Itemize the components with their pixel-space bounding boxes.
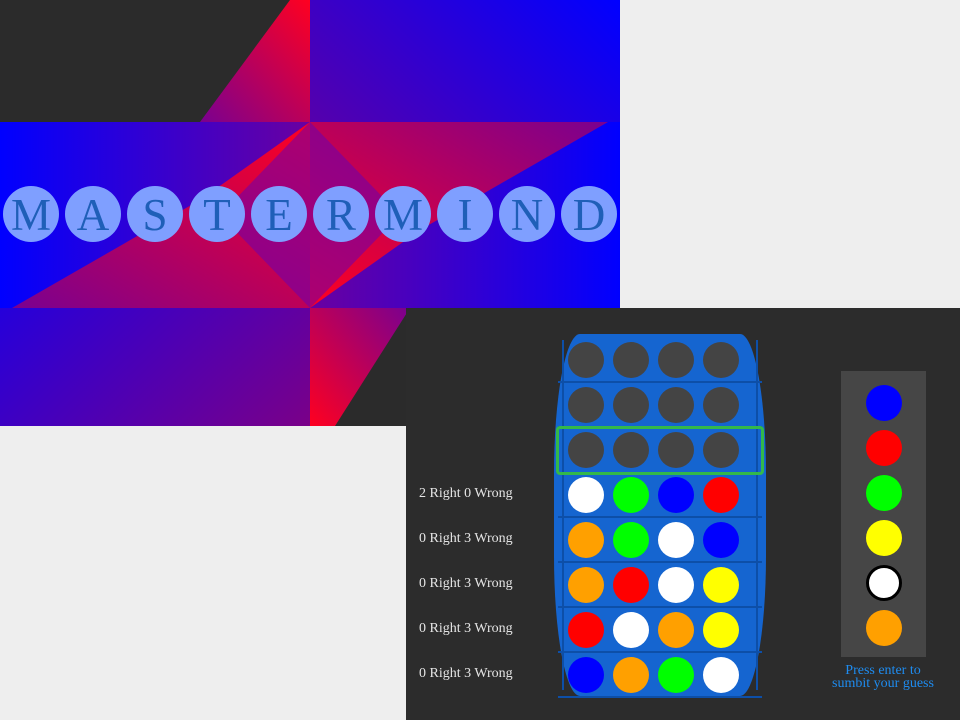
peg-slot bbox=[613, 612, 649, 648]
peg-slot bbox=[568, 387, 604, 423]
peg-slot bbox=[703, 567, 739, 603]
title-letter-m1: M bbox=[3, 186, 59, 242]
peg-slot bbox=[568, 612, 604, 648]
guess-row bbox=[558, 338, 762, 383]
peg-slot bbox=[568, 657, 604, 693]
guess-feedback: 0 Right 3 Wrong bbox=[419, 621, 513, 636]
peg-slot[interactable] bbox=[568, 432, 604, 468]
title-letter-i: I bbox=[437, 186, 493, 242]
game-panel: 2 Right 0 Wrong 0 Right 3 Wrong 0 Right 3 … bbox=[406, 308, 960, 720]
palette-red-swatch[interactable] bbox=[866, 430, 902, 466]
guess-feedback: 2 Right 0 Wrong bbox=[419, 486, 513, 501]
title-letter-m2: M bbox=[375, 186, 431, 242]
mastermind-board bbox=[554, 334, 766, 698]
peg-slot bbox=[568, 567, 604, 603]
peg-slot bbox=[568, 522, 604, 558]
peg-slot bbox=[613, 657, 649, 693]
guess-row bbox=[558, 608, 762, 653]
submit-hint: Press enter to sumbit your guess bbox=[818, 664, 948, 691]
palette-green-swatch[interactable] bbox=[866, 475, 902, 511]
peg-slot bbox=[658, 477, 694, 513]
peg-slot bbox=[613, 387, 649, 423]
guess-row[interactable] bbox=[556, 426, 764, 475]
palette-white-swatch[interactable] bbox=[866, 565, 902, 601]
peg-slot bbox=[658, 522, 694, 558]
title-letter-e: E bbox=[251, 186, 307, 242]
peg-slot bbox=[703, 612, 739, 648]
guess-row bbox=[558, 563, 762, 608]
palette-yellow-swatch[interactable] bbox=[866, 520, 902, 556]
title-letter-d: D bbox=[561, 186, 617, 242]
guess-row bbox=[558, 653, 762, 698]
title-letter-s: S bbox=[127, 186, 183, 242]
guess-feedback: 0 Right 3 Wrong bbox=[419, 576, 513, 591]
peg-slot[interactable] bbox=[613, 432, 649, 468]
peg-slot bbox=[568, 342, 604, 378]
peg-slot bbox=[658, 567, 694, 603]
peg-slot bbox=[613, 342, 649, 378]
guess-feedback: 0 Right 3 Wrong bbox=[419, 666, 513, 681]
peg-slot bbox=[658, 657, 694, 693]
peg-slot bbox=[613, 522, 649, 558]
peg-slot bbox=[703, 477, 739, 513]
title-letter-r: R bbox=[313, 186, 369, 242]
peg-slot bbox=[658, 342, 694, 378]
peg-slot bbox=[703, 387, 739, 423]
peg-slot[interactable] bbox=[658, 432, 694, 468]
peg-slot bbox=[658, 612, 694, 648]
palette-orange-swatch[interactable] bbox=[866, 610, 902, 646]
color-palette bbox=[841, 371, 926, 657]
title-letter-n: N bbox=[499, 186, 555, 242]
guess-feedback: 0 Right 3 Wrong bbox=[419, 531, 513, 546]
guess-row bbox=[558, 473, 762, 518]
palette-blue-swatch[interactable] bbox=[866, 385, 902, 421]
peg-slot bbox=[613, 477, 649, 513]
peg-slot bbox=[658, 387, 694, 423]
guess-row bbox=[558, 518, 762, 563]
peg-slot bbox=[568, 477, 604, 513]
guess-row bbox=[558, 383, 762, 428]
peg-slot bbox=[703, 657, 739, 693]
peg-slot bbox=[703, 522, 739, 558]
title-letter-a: A bbox=[65, 186, 121, 242]
peg-slot bbox=[703, 342, 739, 378]
peg-slot bbox=[613, 567, 649, 603]
submit-hint-line2: sumbit your guess bbox=[832, 676, 934, 691]
title-row: M A S T E R M I N D bbox=[0, 186, 620, 244]
peg-slot[interactable] bbox=[703, 432, 739, 468]
title-letter-t: T bbox=[189, 186, 245, 242]
